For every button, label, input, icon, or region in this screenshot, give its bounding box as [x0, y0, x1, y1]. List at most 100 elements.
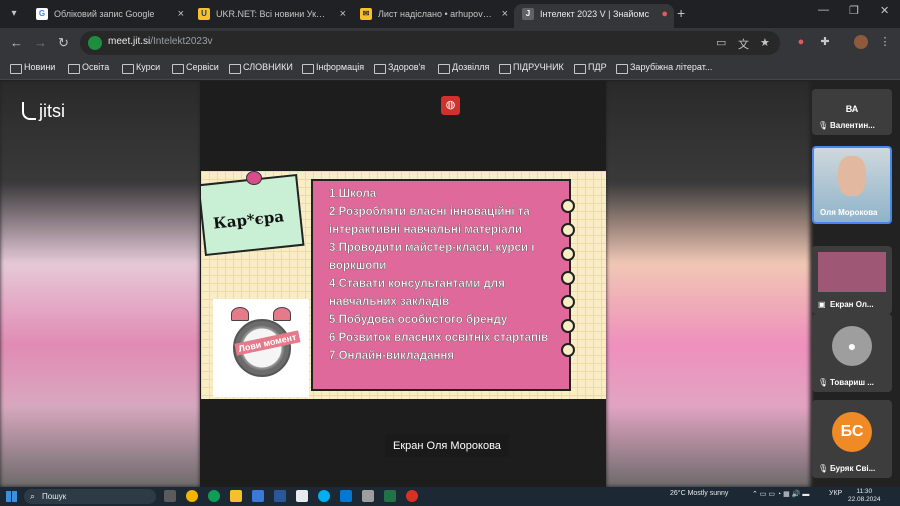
bookmark-folder[interactable]: Новини — [10, 62, 55, 74]
app-icon[interactable] — [340, 490, 352, 502]
list-item: 6.Розвиток власних освітніх стартапів — [329, 332, 549, 344]
tab-mail[interactable]: ✉ Лист надіслано • arhupovav@u × — [352, 4, 514, 28]
list-item: 2.Розробляти власні інноваційні та інтер… — [329, 206, 530, 236]
word-icon[interactable] — [274, 490, 286, 502]
reload-button[interactable]: ↻ — [58, 35, 69, 51]
maps-icon[interactable] — [406, 490, 418, 502]
bookmark-folder[interactable]: Зарубіжна літерат... — [616, 62, 712, 74]
alarm-clock-image: Лови момент — [213, 299, 309, 397]
bookmark-folder[interactable]: ПІДРУЧНИК — [499, 62, 564, 74]
bookmark-star-icon[interactable]: ★ — [760, 36, 770, 49]
screen-share-thumbnail — [818, 252, 886, 292]
extension-icon[interactable]: ● — [794, 35, 808, 49]
tab-strip: ▾ G Обліковий запис Google × U UKR.NET: … — [0, 0, 900, 28]
weather-widget[interactable]: 26°C Mostly sunny — [670, 490, 728, 497]
participant-tile[interactable]: Оля Морокова — [812, 146, 892, 224]
excel-icon[interactable] — [384, 490, 396, 502]
new-tab-button[interactable]: + — [677, 5, 685, 21]
tab-label: Обліковий запис Google — [54, 9, 155, 19]
list-item: 7.Онлайн-викладання — [329, 350, 455, 362]
participant-tile[interactable]: ВА 🎙 Валентин... — [812, 89, 892, 135]
bookmark-folder[interactable]: Інформація — [302, 62, 364, 74]
background-blur-right — [606, 81, 810, 487]
close-window-button[interactable]: ✕ — [880, 4, 889, 17]
participant-tile[interactable]: ▣ Екран Ол... — [812, 246, 892, 314]
tab-label: Інтелект 2023 V | Знайомс — [540, 9, 650, 19]
avatar: ВА — [845, 104, 859, 114]
meeting-area: jitsi ◍ Кар*єра 1.Школа 2.Розробляти вла… — [0, 81, 900, 487]
user-avatar-icon: ● — [832, 326, 872, 366]
edge-icon[interactable] — [208, 490, 220, 502]
minimize-button[interactable]: — — [818, 4, 829, 16]
file-explorer-icon[interactable] — [230, 490, 242, 502]
shared-slide: Кар*єра 1.Школа 2.Розробляти власні інно… — [201, 171, 606, 399]
participant-name: Товариш ... — [830, 378, 874, 387]
bookmark-folder[interactable]: Курси — [122, 62, 160, 74]
participant-name: Буряк Сві... — [830, 464, 876, 473]
clock-bell-icon — [273, 307, 291, 321]
participant-name: Оля Морокова — [820, 208, 878, 217]
extensions-puzzle-icon[interactable]: ✚ — [818, 35, 832, 49]
profile-avatar[interactable] — [854, 35, 868, 49]
tab-ukrnet[interactable]: U UKR.NET: Всі новини України, × — [190, 4, 352, 28]
jitsi-icon: J — [522, 8, 534, 20]
background-blur-left — [0, 81, 200, 487]
mail-app-icon[interactable] — [252, 490, 264, 502]
career-list: 1.Школа 2.Розробляти власні інноваційні … — [329, 185, 557, 365]
tab-google-account[interactable]: G Обліковий запис Google × — [28, 4, 190, 28]
tab-label: UKR.NET: Всі новини України, — [216, 9, 330, 19]
ukrnet-icon: U — [198, 8, 210, 20]
bookmark-folder[interactable]: Дозвілля — [438, 62, 489, 74]
close-icon[interactable]: × — [340, 4, 346, 24]
participant-tile[interactable]: БС 🎙 Буряк Сві... — [812, 400, 892, 478]
globe-icon[interactable]: ◍ — [441, 96, 460, 115]
participant-name: Валентин... — [830, 121, 875, 130]
start-button[interactable] — [6, 491, 17, 502]
cast-icon[interactable]: ▭ — [716, 36, 726, 49]
jitsi-logo: jitsi — [22, 101, 65, 122]
notebook-rings — [561, 199, 575, 367]
browser-toolbar: ← → ↻ meet.jit.si/Intelekt2023v ▭ 文 ★ ● … — [0, 28, 900, 58]
list-item: 4.Ставати консультантами для навчальних … — [329, 278, 505, 308]
skype-icon[interactable] — [318, 490, 330, 502]
participant-tile[interactable]: ● 🎙 Товариш ... — [812, 314, 892, 392]
avatar: БС — [832, 412, 872, 452]
stage-participant-name: Екран Оля Морокова — [385, 435, 509, 457]
taskbar-clock[interactable]: 11:30 22.08.2024 — [848, 488, 881, 504]
bookmark-folder[interactable]: СЛОВНИКИ — [229, 62, 293, 74]
bookmark-folder[interactable]: Освіта — [68, 62, 109, 74]
list-item: 5.Побудова особистого бренду — [329, 314, 508, 326]
bookmark-folder[interactable]: Сервіси — [172, 62, 219, 74]
system-tray-icons[interactable]: ⌃ ▭ ▭ ◔ ▦ 🔊 ▬ — [752, 490, 809, 498]
bookmark-folder[interactable]: ПДР — [574, 62, 607, 74]
windows-taskbar: Пошук 26°C Mostly sunny ⌃ ▭ ▭ ◔ ▦ 🔊 ▬ УК… — [0, 487, 900, 506]
notepad-icon[interactable] — [362, 490, 374, 502]
store-icon[interactable] — [296, 490, 308, 502]
url-text: meet.jit.si/Intelekt2023v — [108, 36, 213, 47]
task-view-icon[interactable] — [164, 490, 176, 502]
translate-icon[interactable]: 文 — [738, 36, 749, 52]
google-icon: G — [36, 8, 48, 20]
close-icon[interactable]: × — [502, 4, 508, 24]
language-indicator[interactable]: УКР — [829, 490, 842, 497]
taskbar-search[interactable]: Пошук — [24, 489, 156, 504]
site-info-icon[interactable] — [88, 36, 102, 50]
mail-icon: ✉ — [360, 8, 372, 20]
forward-button[interactable]: → — [34, 35, 47, 51]
bookmarks-bar: Новини Освіта Курси Сервіси СЛОВНИКИ Інф… — [0, 58, 900, 80]
maximize-button[interactable]: ❐ — [849, 4, 859, 17]
tab-label: Лист надіслано • arhupovav@u — [378, 9, 492, 19]
tab-jitsi[interactable]: J Інтелект 2023 V | Знайомс ● — [514, 4, 674, 28]
clock-bell-icon — [231, 307, 249, 321]
list-item: 3.Проводити майстер-класи, курси і воркш… — [329, 242, 535, 272]
close-icon[interactable]: × — [178, 4, 184, 24]
close-icon[interactable]: ● — [661, 4, 668, 24]
menu-icon[interactable]: ⋮ — [878, 35, 892, 49]
bookmark-folder[interactable]: Здоров'я — [374, 62, 425, 74]
address-bar[interactable]: meet.jit.si/Intelekt2023v ▭ 文 ★ — [80, 31, 780, 55]
tab-search-icon[interactable]: ▾ — [6, 6, 22, 22]
participant-name: Екран Ол... — [830, 300, 874, 309]
back-button[interactable]: ← — [10, 35, 23, 51]
chrome-icon[interactable] — [186, 490, 198, 502]
list-item: 1.Школа — [329, 188, 377, 200]
